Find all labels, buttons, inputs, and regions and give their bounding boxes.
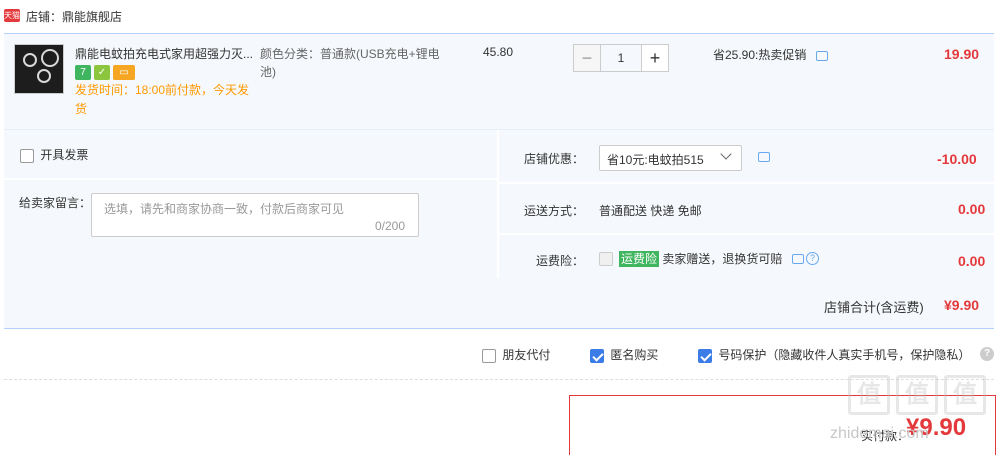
watermark-logo-icon: 值 值 值: [848, 375, 990, 415]
anonymous-label: 匿名购买: [610, 348, 659, 362]
shop-discount-label: 店铺优惠：: [524, 152, 585, 166]
quantity-stepper: − 1 +: [573, 44, 669, 72]
delivery-label: 运送方式：: [524, 204, 585, 218]
number-protect-label: 号码保护（隐藏收件人真实手机号，保护隐私）: [718, 348, 971, 362]
tmall-badge-icon: 天猫: [4, 9, 20, 22]
product-badges: 7 ✓ ▭: [75, 65, 135, 80]
qty-minus-button[interactable]: −: [573, 44, 601, 72]
item-total: 19.90: [944, 46, 980, 62]
divider: [499, 182, 994, 184]
divider: [4, 178, 498, 180]
insurance-tag: 运费险: [619, 251, 660, 267]
message-placeholder: 选填，请先和商家协商一致，付款后商家可见: [104, 202, 345, 216]
divider: [499, 233, 994, 235]
sku-info: 颜色分类：普通款(USB充电+锂电池): [260, 47, 440, 79]
invoice-option[interactable]: 开具发票: [20, 146, 88, 163]
delivery-amount: 0.00: [958, 201, 986, 217]
product-title[interactable]: 鼎能电蚊拍充电式家用超强力灭...: [75, 45, 257, 63]
invoice-label: 开具发票: [40, 148, 89, 162]
divider: [4, 379, 994, 380]
question-icon[interactable]: ?: [806, 252, 819, 265]
insurance-amount: 0.00: [958, 253, 986, 269]
chat-icon[interactable]: [815, 50, 828, 61]
chat-icon[interactable]: [758, 152, 770, 162]
qty-plus-button[interactable]: +: [641, 44, 669, 72]
number-protect-checkbox[interactable]: [698, 348, 712, 363]
unit-price: 45.80: [483, 45, 514, 59]
message-char-count: 0/200: [375, 219, 406, 233]
anonymous-checkbox[interactable]: [590, 348, 604, 363]
friend-pay-label: 朋友代付: [502, 348, 551, 362]
guarantee-icon: ✓: [94, 65, 110, 80]
watermark-text: zhidemai.com: [830, 425, 929, 442]
divider: [497, 130, 499, 278]
friend-pay-checkbox[interactable]: [482, 348, 496, 363]
friend-pay-option[interactable]: 朋友代付: [482, 346, 550, 363]
invoice-checkbox[interactable]: [20, 148, 34, 163]
insurance-checkbox: [599, 252, 613, 266]
ship-time-note: 发货时间：18:00前付款，今天发货: [75, 83, 250, 116]
qty-input[interactable]: 1: [601, 44, 641, 72]
number-protect-option[interactable]: 号码保护（隐藏收件人真实手机号，保护隐私）: [698, 346, 970, 363]
help-icon[interactable]: ?: [980, 347, 994, 361]
subtotal-label: 店铺合计(含运费): [824, 300, 924, 315]
shop-discount-amount: -10.00: [937, 151, 977, 167]
subtotal-amount: ¥9.90: [944, 297, 980, 313]
promo-text: 省25.90:热卖促销: [713, 48, 807, 62]
shop-discount-selected: 省10元:电蚊拍515: [607, 153, 704, 167]
shop-name[interactable]: 店铺：鼎能旗舰店: [26, 8, 122, 25]
insurance-desc: 卖家赠送，退换货可赔: [662, 252, 783, 266]
message-label: 给卖家留言：: [19, 196, 92, 210]
product-thumbnail[interactable]: [14, 44, 64, 94]
card-payment-icon: ▭: [113, 65, 135, 80]
anonymous-option[interactable]: 匿名购买: [590, 346, 658, 363]
insurance-info: 运费险 卖家赠送，退换货可赔: [619, 250, 782, 267]
insurance-label: 运费险：: [536, 254, 585, 268]
chat-icon[interactable]: [792, 254, 804, 264]
delivery-method: 普通配送 快递 免邮: [599, 204, 702, 218]
promo-info: 省25.90:热卖促销: [713, 46, 828, 63]
seven-day-return-icon: 7: [75, 65, 91, 80]
